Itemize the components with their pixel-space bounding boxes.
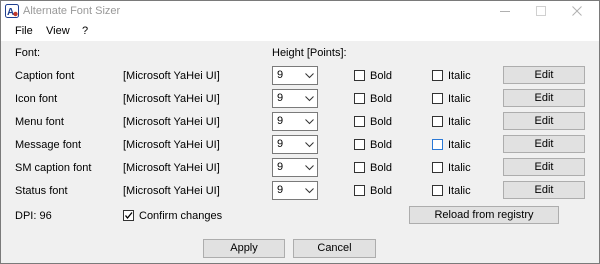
- italic-label: Italic: [448, 93, 471, 105]
- italic-label: Italic: [448, 70, 471, 82]
- menu-help[interactable]: ?: [82, 25, 88, 37]
- font-row-menu: Menu font [Microsoft YaHei UI] 9 Bold It…: [1, 112, 599, 133]
- app-window: A Alternate Font Sizer File View ? Font:…: [0, 0, 600, 264]
- edit-button[interactable]: Edit: [503, 181, 585, 199]
- font-row-caption: Caption font [Microsoft YaHei UI] 9 Bold…: [1, 66, 599, 87]
- font-face-label: [Microsoft YaHei UI]: [123, 70, 220, 82]
- cancel-button[interactable]: Cancel: [293, 239, 376, 258]
- bold-checkbox[interactable]: [354, 185, 365, 196]
- font-row-sm-caption: SM caption font [Microsoft YaHei UI] 9 B…: [1, 158, 599, 179]
- apply-button[interactable]: Apply: [203, 239, 285, 258]
- edit-button[interactable]: Edit: [503, 112, 585, 130]
- bold-label: Bold: [370, 70, 393, 82]
- italic-checkbox[interactable]: [432, 139, 443, 150]
- menu-view[interactable]: View: [46, 25, 70, 37]
- bold-label: Bold: [370, 185, 393, 197]
- bold-checkbox[interactable]: [354, 93, 365, 104]
- bold-checkbox[interactable]: [354, 139, 365, 150]
- bold-label: Bold: [370, 162, 393, 174]
- italic-label: Italic: [448, 162, 471, 174]
- font-face-label: [Microsoft YaHei UI]: [123, 139, 220, 151]
- chevron-down-icon: [305, 73, 314, 79]
- confirm-changes-checkbox[interactable]: [123, 210, 134, 221]
- maximize-button[interactable]: [523, 1, 559, 22]
- chevron-down-icon: [305, 142, 314, 148]
- italic-label: Italic: [448, 139, 471, 151]
- svg-text:A: A: [7, 7, 14, 18]
- dialog-footer: Apply Cancel: [1, 233, 599, 263]
- app-logo-icon: A: [5, 4, 19, 18]
- font-size-value: 9: [277, 115, 284, 127]
- close-button[interactable]: [559, 1, 595, 22]
- chevron-down-icon: [305, 165, 314, 171]
- font-size-select[interactable]: 9: [272, 158, 318, 177]
- font-header: Font:: [15, 47, 41, 59]
- italic-checkbox[interactable]: [432, 162, 443, 173]
- font-name-label: SM caption font: [15, 162, 92, 174]
- window-title: Alternate Font Sizer: [23, 5, 121, 17]
- font-row-status: Status font [Microsoft YaHei UI] 9 Bold …: [1, 181, 599, 202]
- edit-button[interactable]: Edit: [503, 135, 585, 153]
- italic-label: Italic: [448, 185, 471, 197]
- italic-checkbox[interactable]: [432, 185, 443, 196]
- bold-checkbox[interactable]: [354, 162, 365, 173]
- font-face-label: [Microsoft YaHei UI]: [123, 116, 220, 128]
- chevron-down-icon: [305, 96, 314, 102]
- minimize-icon: [500, 11, 510, 12]
- chevron-down-icon: [305, 188, 314, 194]
- font-size-value: 9: [277, 184, 284, 196]
- font-face-label: [Microsoft YaHei UI]: [123, 162, 220, 174]
- font-size-value: 9: [277, 69, 284, 81]
- font-row-message: Message font [Microsoft YaHei UI] 9 Bold…: [1, 135, 599, 156]
- confirm-changes-label: Confirm changes: [139, 210, 223, 222]
- minimize-button[interactable]: [487, 1, 523, 22]
- bold-label: Bold: [370, 93, 393, 105]
- font-face-label: [Microsoft YaHei UI]: [123, 93, 220, 105]
- maximize-icon: [536, 6, 546, 16]
- italic-checkbox[interactable]: [432, 93, 443, 104]
- settings-panel: Font: Height [Points]: Caption font [Mic…: [1, 41, 599, 233]
- bold-label: Bold: [370, 116, 393, 128]
- edit-button[interactable]: Edit: [503, 66, 585, 84]
- bold-label: Bold: [370, 139, 393, 151]
- reload-from-registry-button[interactable]: Reload from registry: [409, 206, 559, 224]
- font-row-icon: Icon font [Microsoft YaHei UI] 9 Bold It…: [1, 89, 599, 110]
- menu-file[interactable]: File: [15, 25, 33, 37]
- font-size-select[interactable]: 9: [272, 181, 318, 200]
- font-size-select[interactable]: 9: [272, 66, 318, 85]
- font-size-value: 9: [277, 92, 284, 104]
- close-icon: [572, 6, 582, 16]
- italic-label: Italic: [448, 116, 471, 128]
- height-header: Height [Points]:: [272, 47, 347, 59]
- font-size-select[interactable]: 9: [272, 89, 318, 108]
- dpi-label: DPI: 96: [15, 210, 52, 222]
- font-name-label: Message font: [15, 139, 82, 151]
- italic-checkbox[interactable]: [432, 116, 443, 127]
- font-name-label: Icon font: [15, 93, 58, 105]
- font-size-value: 9: [277, 138, 284, 150]
- font-size-select[interactable]: 9: [272, 135, 318, 154]
- font-face-label: [Microsoft YaHei UI]: [123, 185, 220, 197]
- edit-button[interactable]: Edit: [503, 158, 585, 176]
- font-name-label: Status font: [15, 185, 68, 197]
- font-name-label: Caption font: [15, 70, 75, 82]
- italic-checkbox[interactable]: [432, 70, 443, 81]
- chevron-down-icon: [305, 119, 314, 125]
- bold-checkbox[interactable]: [354, 70, 365, 81]
- edit-button[interactable]: Edit: [503, 89, 585, 107]
- font-size-select[interactable]: 9: [272, 112, 318, 131]
- bold-checkbox[interactable]: [354, 116, 365, 127]
- title-bar[interactable]: A Alternate Font Sizer: [1, 1, 599, 22]
- menu-bar: File View ?: [1, 22, 599, 40]
- font-size-value: 9: [277, 161, 284, 173]
- checkmark-icon: [124, 212, 133, 220]
- font-name-label: Menu font: [15, 116, 64, 128]
